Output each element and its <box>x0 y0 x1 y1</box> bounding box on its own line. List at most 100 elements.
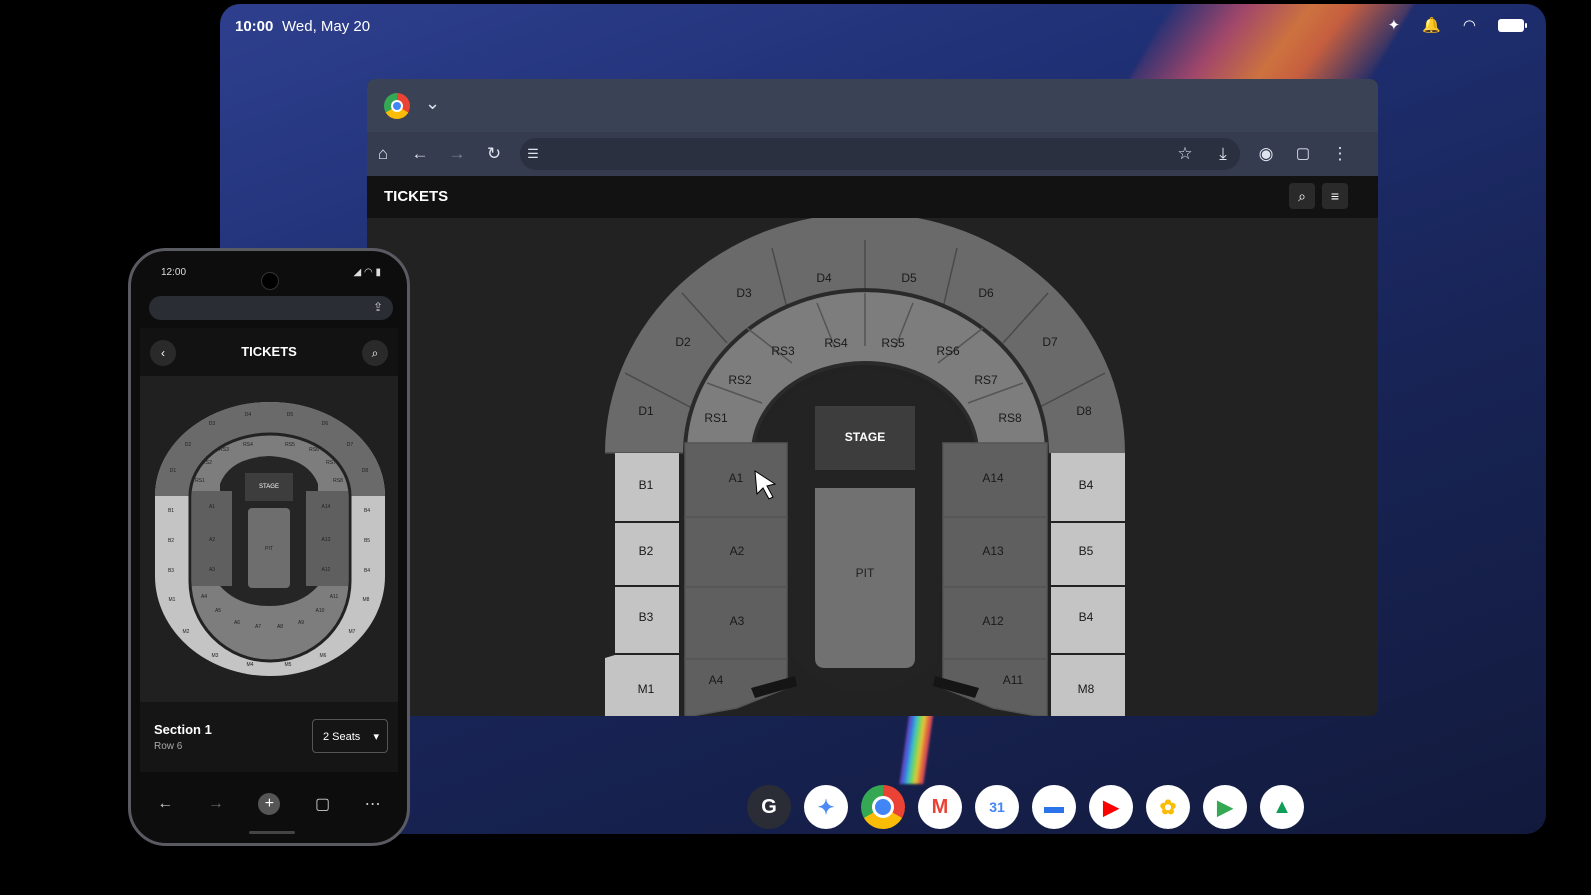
phone-label-rs7: RS7 <box>326 460 336 466</box>
photos-app-icon[interactable]: ✿ <box>1146 785 1190 829</box>
gmail-app-icon[interactable]: M <box>918 785 962 829</box>
phone-label-a1: A1 <box>209 504 215 510</box>
phone-label-a13: A13 <box>322 537 331 543</box>
label-rs4: RS4 <box>824 336 848 350</box>
phone-label-rs8: RS8 <box>333 478 343 484</box>
label-a3: A3 <box>730 614 745 628</box>
phone-label-a8: A8 <box>277 624 283 630</box>
phone-address-bar[interactable]: ⇪ <box>149 296 393 320</box>
tab-counter-icon[interactable]: ▢ <box>1292 143 1314 165</box>
phone-more-icon[interactable]: ⋯ <box>365 794 381 814</box>
dropdown-arrow-icon: ▾ <box>373 731 379 743</box>
phone-label-a2: A2 <box>209 537 215 543</box>
label-d8: D8 <box>1076 404 1092 418</box>
phone-label-m1: M1 <box>169 597 176 603</box>
phone-label-a4: A4 <box>201 594 207 600</box>
more-menu-icon[interactable]: ⋮ <box>1329 143 1351 165</box>
phone-pit-label: PIT <box>265 546 273 552</box>
google-app-icon[interactable]: G <box>747 785 791 829</box>
phone-label-a9: A9 <box>298 620 304 626</box>
profile-avatar-icon[interactable]: ◉ <box>1255 143 1277 165</box>
forward-icon[interactable]: → <box>446 143 468 165</box>
chrome-logo-icon[interactable] <box>384 93 410 119</box>
share-icon[interactable]: ⇪ <box>373 300 383 314</box>
label-d2: D2 <box>675 335 691 349</box>
phone-search-icon[interactable]: ⌕ <box>362 340 388 366</box>
front-camera <box>261 272 279 290</box>
status-time: 10:00 <box>235 18 274 35</box>
label-a14: A14 <box>982 471 1004 485</box>
seat-count-value: 2 Seats <box>323 731 361 743</box>
phone-forward-icon[interactable]: → <box>208 795 224 813</box>
gemini-spark-icon[interactable]: ✦ <box>1388 16 1401 34</box>
label-d7: D7 <box>1042 335 1058 349</box>
label-b2: B2 <box>639 544 654 558</box>
youtube-app-icon[interactable]: ▶ <box>1089 785 1133 829</box>
chevron-down-icon[interactable]: ⌄ <box>425 93 440 114</box>
label-a1: A1 <box>729 471 744 485</box>
phone-label-a10: A10 <box>316 608 325 614</box>
label-pit: PIT <box>856 566 875 580</box>
phone-label-d4: D4 <box>245 412 252 418</box>
phone-label-d5: D5 <box>287 412 294 418</box>
label-a2: A2 <box>730 544 745 558</box>
section-name: Section 1 <box>154 722 212 737</box>
label-rs7: RS7 <box>974 373 998 387</box>
drive-app-icon[interactable]: ▲ <box>1260 785 1304 829</box>
phone-label-rs2: RS2 <box>202 460 212 466</box>
label-a4: A4 <box>709 673 724 687</box>
browser-window: ⌄ ⌂ ← → ↻ ☰ ☆ ⤓ ◉ ▢ ⋮ TICKETS ⌕ ≡ D1 D2 … <box>367 79 1378 716</box>
label-stage: STAGE <box>845 430 885 444</box>
notification-bell-icon[interactable]: 🔔 <box>1422 16 1441 34</box>
play-store-app-icon[interactable]: ▶ <box>1203 785 1247 829</box>
label-m8: M8 <box>1078 682 1095 696</box>
label-d3: D3 <box>736 286 752 300</box>
home-icon[interactable]: ⌂ <box>372 143 394 165</box>
phone-label-a5: A5 <box>215 608 221 614</box>
address-bar[interactable]: ☰ <box>520 138 1240 170</box>
download-icon[interactable]: ⤓ <box>1212 143 1234 165</box>
phone-tab-counter-icon[interactable]: ▢ <box>315 794 330 814</box>
label-b3: B3 <box>639 610 654 624</box>
phone-label-d7: D7 <box>347 442 354 448</box>
bookmark-star-icon[interactable]: ☆ <box>1174 143 1196 165</box>
wifi-icon[interactable]: ◠ <box>1463 16 1476 34</box>
files-app-icon[interactable]: ▬ <box>1032 785 1076 829</box>
label-rs1: RS1 <box>704 411 728 425</box>
back-icon[interactable]: ← <box>409 143 431 165</box>
phone-label-m7: M7 <box>349 629 356 635</box>
home-indicator <box>249 831 295 834</box>
chrome-app-icon[interactable] <box>861 785 905 829</box>
battery-icon[interactable] <box>1498 18 1527 32</box>
new-tab-plus-icon[interactable]: + <box>258 793 281 815</box>
phone-page-title: TICKETS <box>241 344 297 359</box>
phone-label-a11: A11 <box>330 594 339 600</box>
label-b5: B5 <box>1079 544 1094 558</box>
status-date: Wed, May 20 <box>282 18 371 35</box>
phone-seat-map-area: STAGE PIT D1 D2 D3 D4 D5 D6 D7 D8 RS1 RS… <box>140 376 398 702</box>
phone-label-a7: A7 <box>255 624 261 630</box>
seat-count-dropdown[interactable]: 2 Seats ▾ <box>312 719 388 753</box>
phone-label-m5: M5 <box>285 662 292 668</box>
label-d4: D4 <box>816 271 832 285</box>
phone-label-m3: M3 <box>212 653 219 659</box>
reload-icon[interactable]: ↻ <box>483 143 505 165</box>
phone-back-icon[interactable]: ← <box>157 795 173 813</box>
calendar-app-icon[interactable]: 31 <box>975 785 1019 829</box>
phone-label-d3: D3 <box>209 421 216 427</box>
taskbar-dock: G ✦ M 31 ▬ ▶ ✿ ▶ ▲ <box>747 782 1337 832</box>
phone-label-b1: B1 <box>168 508 174 514</box>
hamburger-menu-icon[interactable]: ≡ <box>1322 183 1348 209</box>
site-settings-icon[interactable]: ☰ <box>522 143 544 165</box>
phone-label-rs5: RS5 <box>285 442 295 448</box>
phone-label-d6: D6 <box>322 421 329 427</box>
gemini-app-icon[interactable]: ✦ <box>804 785 848 829</box>
tickets-app-bar: TICKETS ⌕ ≡ <box>367 176 1378 218</box>
search-icon[interactable]: ⌕ <box>1289 183 1315 209</box>
phone-label-d1: D1 <box>170 468 177 474</box>
phone-label-a14: A14 <box>322 504 331 510</box>
label-rs3: RS3 <box>771 344 795 358</box>
row-name: Row 6 <box>154 741 183 752</box>
signal-wifi-battery-icon: ◢ ◠ ▮ <box>353 267 381 278</box>
label-a13: A13 <box>982 544 1004 558</box>
